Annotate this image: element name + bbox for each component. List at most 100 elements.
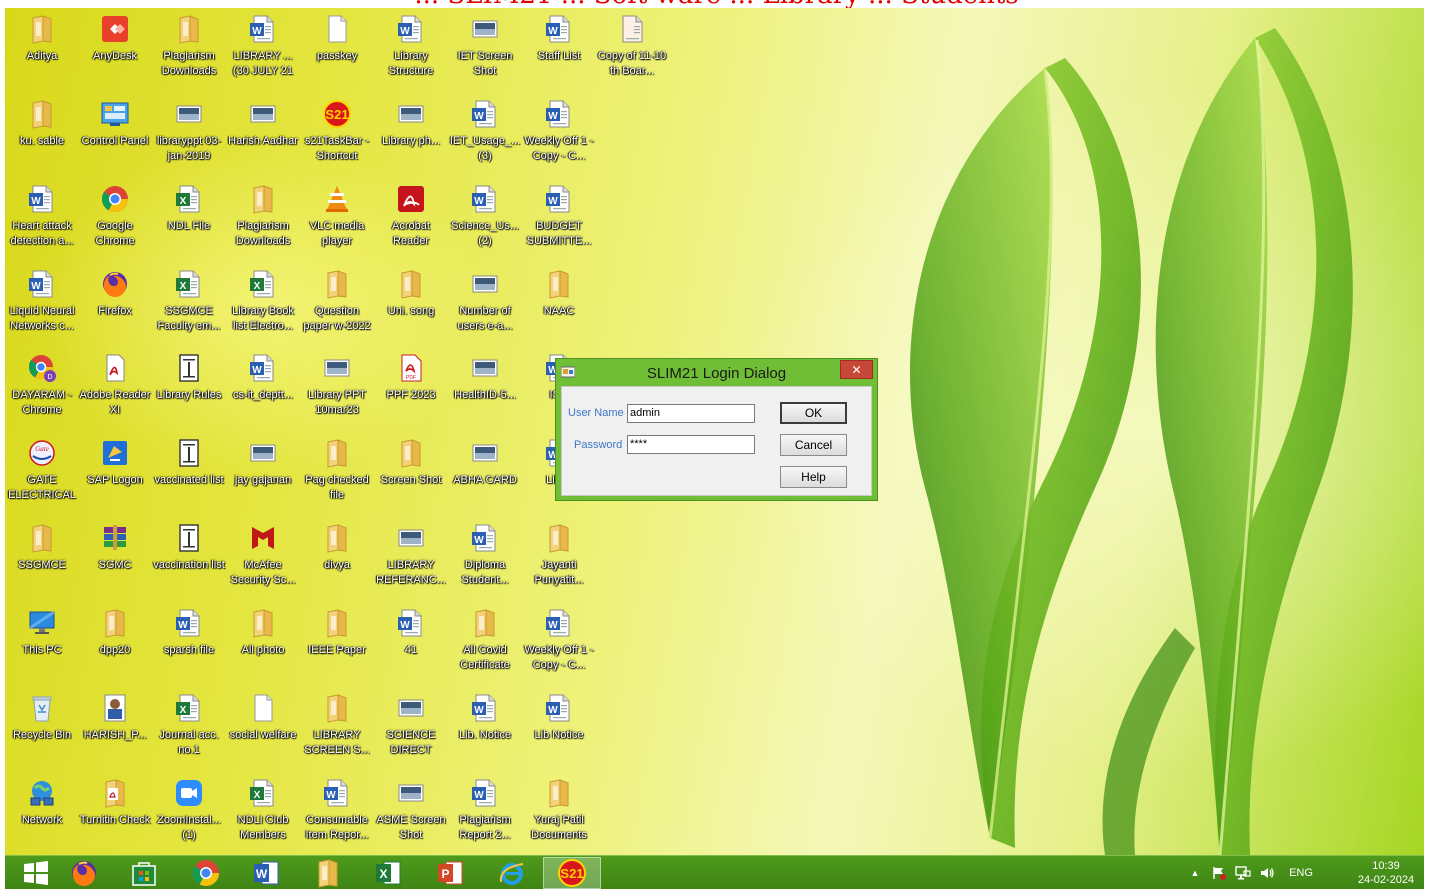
taskbar-internet-explorer[interactable] [483,857,541,889]
clock[interactable]: 10:39 24-02-2024 [1354,859,1418,887]
desktop-icon[interactable]: jay gajanan [226,432,300,514]
desktop-icon[interactable]: W Lib. Notice [448,687,522,769]
desktop-icon[interactable]: W Diploma Student... [448,517,522,599]
desktop-icon[interactable]: HARISH_P... [78,687,152,769]
login-dialog[interactable]: SLIM21 Login Dialog ✕ User Name admin Pa… [555,358,878,501]
cancel-button[interactable]: Cancel [780,434,847,456]
password-field[interactable]: **** [627,435,755,454]
desktop-icon[interactable]: Uni. song [374,263,448,345]
desktop-icon[interactable]: Harish Aadhar [226,93,300,175]
desktop-icon[interactable]: This PC [5,602,79,684]
desktop-icon[interactable]: Jayanti Punyatit... [522,517,596,599]
desktop-icon[interactable]: Yuraj Patil Documents [522,772,596,854]
taskbar-powerpoint[interactable]: P [421,857,479,889]
desktop-icon[interactable]: ABHA CARD [448,432,522,514]
desktop-icon[interactable]: vaccinated list [152,432,226,514]
desktop-icon[interactable]: X NDL File [152,178,226,260]
volume-icon[interactable] [1256,856,1278,889]
desktop-icon[interactable]: Control Panel [78,93,152,175]
desktop-icon[interactable]: X Library Book list Electro... [226,263,300,345]
desktop-icon[interactable]: NAAC [522,263,596,345]
desktop-icon[interactable]: Library Rules [152,347,226,429]
taskbar-store[interactable] [115,857,173,889]
desktop-icon[interactable]: W Science_Us... (2) [448,178,522,260]
ok-button[interactable]: OK [780,402,847,424]
desktop-icon[interactable]: W Weekly Off 1 - Copy - C... [522,93,596,175]
desktop-icon[interactable]: X Journal acc. no.1 [152,687,226,769]
desktop-icon[interactable]: Firefox [78,263,152,345]
desktop-icon[interactable]: X NDLI Club Members [226,772,300,854]
network-status-icon[interactable] [1232,856,1254,889]
taskbar-file-explorer[interactable] [299,857,357,889]
desktop-icon[interactable]: W LIBRARY ... (30 JULY 21 [226,8,300,90]
desktop-icon[interactable]: Question paper w-2022 [300,263,374,345]
help-button[interactable]: Help [780,466,847,488]
desktop-icon[interactable]: SGMC [78,517,152,599]
desktop-icon[interactable]: ASME Screen Shot [374,772,448,854]
desktop-icon[interactable]: Wcs-it_deptt... [226,347,300,429]
username-field[interactable]: admin [627,404,755,423]
desktop-icon[interactable]: Pag checked file [300,432,374,514]
desktop-icon[interactable]: AnyDesk [78,8,152,90]
taskbar-slim21[interactable]: S21 [543,857,601,889]
desktop-icon[interactable]: libraryppt 03-jan-2019 [152,93,226,175]
desktop-icon[interactable]: D DAYARAM - Chrome [5,347,79,429]
desktop-icon[interactable]: IEEE Paper [300,602,374,684]
taskbar-word[interactable]: W [237,857,295,889]
desktop-icon[interactable]: Gate GATE ELECTRICAL [5,432,79,514]
desktop-icon[interactable]: All Covid Certificate [448,602,522,684]
desktop-icon[interactable]: Wsparsh file [152,602,226,684]
desktop-icon[interactable]: Plagiarism Downloads [226,178,300,260]
desktop-icon[interactable]: ku. sable [5,93,79,175]
desktop-icon[interactable]: HealthID-5... [448,347,522,429]
desktop-icon[interactable]: Aditya [5,8,79,90]
desktop-icon[interactable]: Google Chrome [78,178,152,260]
desktop-icon[interactable]: W IET_Usage_... (3) [448,93,522,175]
desktop-icon[interactable]: Library ph... [374,93,448,175]
desktop-icon[interactable]: LIBRARY SCREEN S... [300,687,374,769]
taskbar-firefox[interactable] [55,857,113,889]
desktop-icon[interactable]: Network [5,772,79,854]
desktop-icon[interactable]: Adobe Reader XI [78,347,152,429]
desktop-icon[interactable]: Acrobat Reader [374,178,448,260]
desktop-icon[interactable]: SAP Logon [78,432,152,514]
desktop-icon[interactable]: Copy of 11-10 th Boar... [595,8,669,90]
desktop-icon[interactable]: Turnitin Check [78,772,152,854]
desktop-icon[interactable]: social welfare [226,687,300,769]
show-hidden-icons-icon[interactable]: ▲ [1184,856,1206,889]
desktop-icon[interactable]: W Weekly Off 1 - Copy - C... [522,602,596,684]
desktop-icon[interactable]: McAfee Security Sc... [226,517,300,599]
desktop-icon[interactable]: LIBRARY REFERANC... [374,517,448,599]
desktop-icon[interactable]: W Library Structure [374,8,448,90]
desktop-icon[interactable]: Recycle Bin [5,687,79,769]
desktop-icon[interactable]: ZoomInstal... (1) [152,772,226,854]
desktop-icon[interactable]: Library PPT 10mar23 [300,347,374,429]
desktop-icon[interactable]: W Plagiarism Report 2... [448,772,522,854]
desktop-icon[interactable]: VLC media player [300,178,374,260]
desktop-icon[interactable]: dpp20 [78,602,152,684]
desktop-icon[interactable]: W BUDGET SUBMITTE... [522,178,596,260]
desktop-icon[interactable]: divya [300,517,374,599]
desktop-icon[interactable]: W Heart attack detection a... [5,178,79,260]
desktop-icon[interactable]: Screen Shot [374,432,448,514]
dialog-title-bar[interactable]: SLIM21 Login Dialog ✕ [556,359,877,385]
desktop-icon[interactable]: All photo [226,602,300,684]
desktop-icon[interactable]: W 41 [374,602,448,684]
action-center-flag-icon[interactable] [1208,856,1230,889]
desktop-icon[interactable]: SCIENCE DIRECT [374,687,448,769]
desktop-icon[interactable]: S21 s21TaskBar - Shortcut [300,93,374,175]
desktop-icon[interactable]: Number of users e-a... [448,263,522,345]
desktop-icon[interactable]: SSGMCE [5,517,79,599]
taskbar-chrome[interactable] [177,857,235,889]
input-language-indicator[interactable]: ENG [1284,856,1318,889]
desktop-icon[interactable]: W Staff List [522,8,596,90]
desktop-icon[interactable]: X SSGMCE Faculty em... [152,263,226,345]
desktop-icon[interactable]: Plagiarism Downloads [152,8,226,90]
taskbar-excel[interactable]: X [359,857,417,889]
desktop-icon[interactable]: PDF PPF 2023 [374,347,448,429]
desktop-icon[interactable]: IET Screen Shot [448,8,522,90]
desktop-icon[interactable]: W Consumable Item Repor... [300,772,374,854]
desktop-icon[interactable]: W Lib Notice [522,687,596,769]
desktop-icon[interactable]: W Liquid Neural Networks c... [5,263,79,345]
desktop-icon[interactable]: passkey [300,8,374,90]
